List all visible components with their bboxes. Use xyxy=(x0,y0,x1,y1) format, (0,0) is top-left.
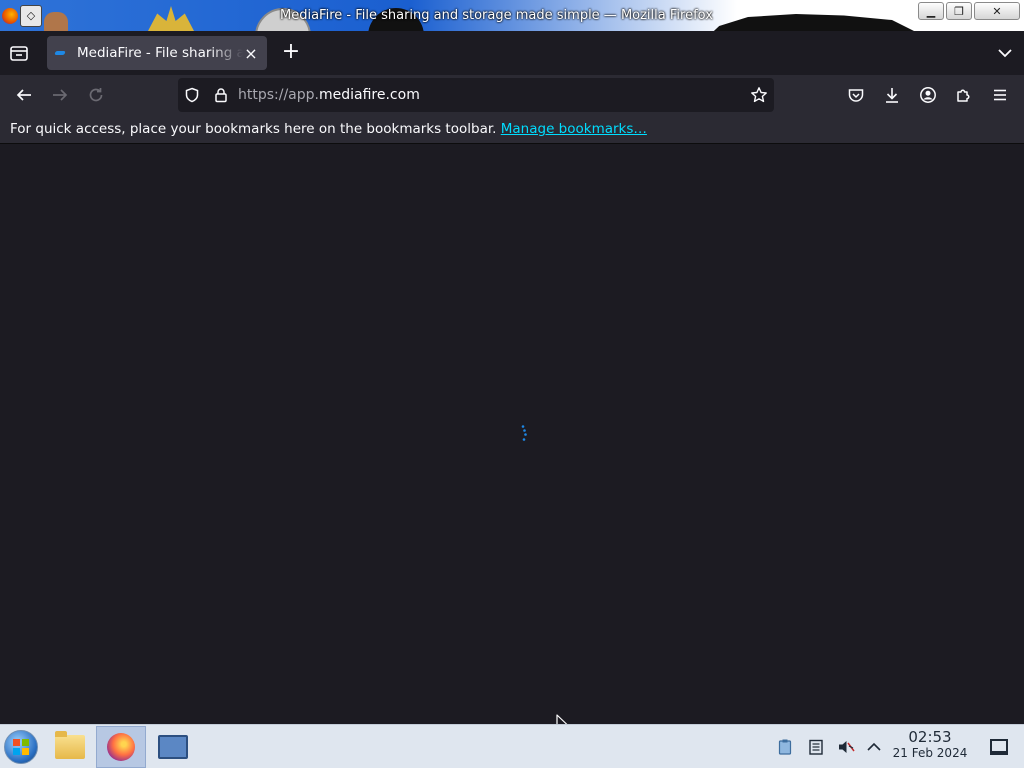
minimize-icon: ▁ xyxy=(926,4,936,18)
wallpaper-decoration xyxy=(148,6,194,31)
extensions-icon xyxy=(957,89,970,102)
account-icon xyxy=(920,87,936,103)
taskbar-app-firefox[interactable] xyxy=(96,726,146,768)
speaker-muted-icon xyxy=(839,741,855,753)
bookmarks-toolbar: For quick access, place your bookmarks h… xyxy=(0,115,1024,144)
pocket-button[interactable] xyxy=(846,85,866,105)
url-scheme: https://app. xyxy=(238,87,319,103)
firefox-view-button[interactable] xyxy=(8,42,30,64)
tab-mediafire[interactable]: MediaFire - File sharing and storage mad… xyxy=(47,36,267,70)
extensions-button[interactable] xyxy=(954,85,974,105)
taskbar-clock[interactable]: 02:53 21 Feb 2024 xyxy=(886,728,974,761)
clipboard-icon xyxy=(778,739,792,755)
mediafire-icon xyxy=(55,48,69,58)
clock-time: 02:53 xyxy=(908,728,952,746)
tab-title: MediaFire - File sharing and storage mad… xyxy=(77,45,243,61)
list-all-tabs-button[interactable] xyxy=(996,44,1014,62)
window-menu: ◇ xyxy=(0,0,42,31)
bookmarks-empty-message: For quick access, place your bookmarks h… xyxy=(10,115,647,143)
plus-icon: + xyxy=(281,39,301,64)
bookmarks-hint-text: For quick access, place your bookmarks h… xyxy=(10,121,497,137)
wallpaper-decoration xyxy=(700,14,940,31)
notes-icon xyxy=(809,739,823,755)
url-domain: mediafire.com xyxy=(319,87,420,103)
volume-tray-button[interactable] xyxy=(836,737,856,757)
lock-icon[interactable] xyxy=(213,87,229,103)
shield-icon[interactable] xyxy=(184,87,200,103)
address-bar[interactable]: https://app.mediafire.com xyxy=(178,78,774,112)
file-manager-icon xyxy=(55,731,85,759)
window-menu-icon[interactable]: ◇ xyxy=(20,4,42,27)
taskbar-app-file-manager[interactable] xyxy=(45,726,95,768)
clipboard-tray-button[interactable] xyxy=(775,737,795,757)
page-content[interactable] xyxy=(0,144,1024,733)
tab-strip: MediaFire - File sharing and storage mad… xyxy=(0,31,1024,75)
window-controls: ▁ ❐ ✕ xyxy=(918,2,1020,20)
show-hidden-icons-button[interactable] xyxy=(864,737,884,757)
window-titlebar[interactable]: ◇ MediaFire - File sharing and storage m… xyxy=(0,0,1024,31)
reload-button[interactable] xyxy=(84,83,108,107)
firefox-icon xyxy=(107,733,135,761)
show-desktop-button[interactable] xyxy=(990,739,1008,755)
loading-spinner-icon xyxy=(521,425,527,441)
forward-button[interactable] xyxy=(48,83,72,107)
chevron-up-icon xyxy=(867,742,881,751)
firefox-icon[interactable] xyxy=(2,7,18,24)
back-icon xyxy=(16,89,31,101)
wallpaper-decoration xyxy=(44,12,68,31)
manage-bookmarks-link[interactable]: Manage bookmarks… xyxy=(501,121,647,137)
close-icon: × xyxy=(244,43,258,63)
taskbar: 02:53 21 Feb 2024 xyxy=(0,724,1024,768)
maximize-button[interactable]: ❐ xyxy=(946,2,972,20)
system-monitor-icon xyxy=(158,735,188,759)
taskbar-app-system-monitor[interactable] xyxy=(148,726,198,768)
notes-tray-button[interactable] xyxy=(806,737,826,757)
clock-date: 21 Feb 2024 xyxy=(892,746,968,760)
close-icon: ✕ xyxy=(992,4,1002,18)
start-menu-button[interactable] xyxy=(4,730,38,764)
window-title: MediaFire - File sharing and storage mad… xyxy=(280,8,713,23)
firefox-view-icon xyxy=(10,46,28,61)
forward-icon xyxy=(53,89,68,101)
close-button[interactable]: ✕ xyxy=(974,2,1020,20)
bookmark-star-icon[interactable] xyxy=(750,86,768,104)
close-tab-button[interactable]: × xyxy=(243,43,259,63)
navigation-toolbar: https://app.mediafire.com xyxy=(0,75,1024,115)
maximize-icon: ❐ xyxy=(954,4,964,18)
app-menu-button[interactable] xyxy=(990,85,1010,105)
pocket-icon xyxy=(848,89,864,102)
new-tab-button[interactable]: + xyxy=(280,39,302,64)
account-button[interactable] xyxy=(918,85,938,105)
back-button[interactable] xyxy=(12,83,36,107)
chevron-down-icon xyxy=(998,49,1012,58)
downloads-button[interactable] xyxy=(882,85,902,105)
minimize-button[interactable]: ▁ xyxy=(918,2,944,20)
url-text[interactable]: https://app.mediafire.com xyxy=(238,78,420,112)
reload-icon xyxy=(89,88,103,102)
menu-icon xyxy=(994,89,1006,101)
downloads-icon xyxy=(886,88,898,103)
